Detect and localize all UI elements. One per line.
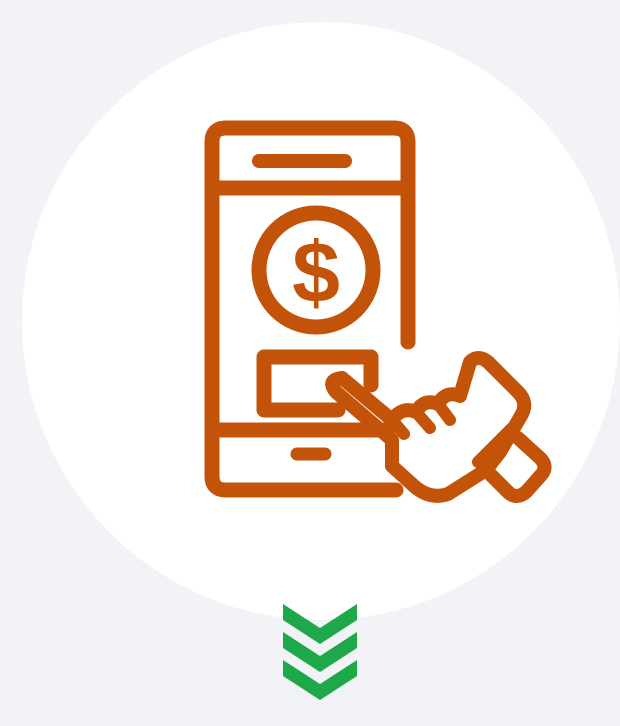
- dollar-sign: $: [292, 225, 340, 321]
- chevron-triple-down-icon: [283, 604, 357, 700]
- chevron-1: [283, 604, 357, 644]
